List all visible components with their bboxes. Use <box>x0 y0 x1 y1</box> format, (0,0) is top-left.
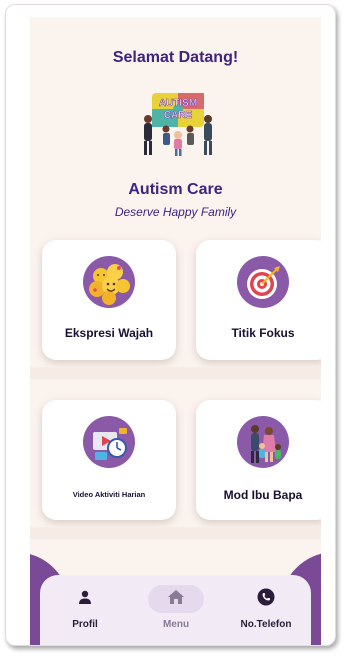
target-icon <box>237 256 289 308</box>
svg-text:AUTISM: AUTISM <box>159 98 197 109</box>
home-icon <box>167 589 185 610</box>
tagline: Deserve Happy Family <box>114 205 237 219</box>
device-frame: Selamat Datang! AUTISM CARE Autism Care … <box>5 4 336 646</box>
card-label: Mod Ibu Bapa <box>223 488 303 502</box>
nav-label: Menu <box>162 619 190 630</box>
home-screen: Selamat Datang! AUTISM CARE Autism Care … <box>30 17 321 645</box>
nav-item-profil[interactable]: Profil <box>40 585 130 641</box>
video-calendar-icon <box>83 416 135 468</box>
welcome-title: Selamat Datang! <box>112 49 239 66</box>
emoji-faces-icon <box>83 256 135 308</box>
card-mod-ibu-bapa[interactable]: Mod Ibu Bapa <box>196 400 321 520</box>
nav-label: No.Telefon <box>240 619 292 630</box>
nav-item-no-telefon[interactable]: No.Telefon <box>221 585 311 641</box>
card-label: Ekspresi Wajah <box>64 326 154 340</box>
card-label: Video Aktiviti Harian <box>72 490 146 499</box>
card-titik-fokus[interactable]: Titik Fokus <box>196 240 321 360</box>
svg-text:CARE: CARE <box>164 110 193 121</box>
phone-icon <box>257 588 275 611</box>
section-divider <box>30 367 321 379</box>
autism-care-logo: AUTISM CARE <box>138 89 218 159</box>
app-title: Autism Care <box>128 181 223 198</box>
card-label: Titik Fokus <box>231 326 295 340</box>
card-ekspresi-wajah[interactable]: Ekspresi Wajah <box>42 240 176 360</box>
nav-label: Profil <box>72 619 98 630</box>
nav-item-menu[interactable]: Menu <box>131 585 221 641</box>
bottom-navigation: Profil Menu No.Telefon <box>40 575 311 645</box>
section-divider <box>30 527 321 539</box>
person-icon <box>77 589 93 610</box>
card-video-aktiviti-harian[interactable]: Video Aktiviti Harian <box>42 400 176 520</box>
family-icon <box>237 416 289 468</box>
